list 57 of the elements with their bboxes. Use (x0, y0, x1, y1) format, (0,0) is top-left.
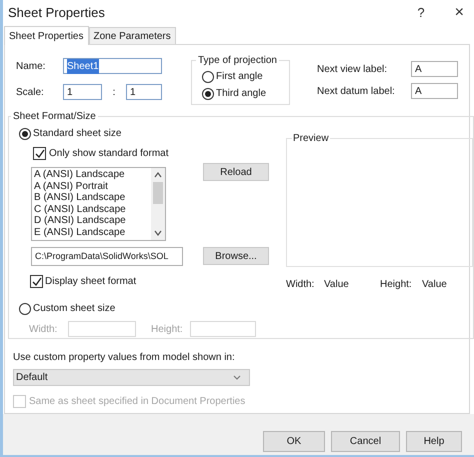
group-title: Preview (292, 132, 330, 146)
group-title: Type of projection (197, 54, 278, 68)
scale-separator: : (112, 86, 116, 100)
radio-button[interactable] (19, 302, 31, 314)
height-label: Height: (151, 322, 184, 336)
list-item[interactable]: E (ANSI) Landscape (34, 226, 151, 238)
caret-icon (233, 375, 241, 380)
dialog-button[interactable]: Cancel (331, 431, 400, 452)
checkbox[interactable] (33, 147, 46, 160)
tab[interactable]: Sheet Properties (4, 26, 88, 45)
radio-label: Custom sheet size (33, 302, 116, 316)
help-button[interactable]: ? (417, 2, 425, 22)
width-label: Width: (286, 278, 316, 292)
checkbox-label: Same as sheet specified in Document Properties (29, 395, 246, 409)
height-value: Value (422, 278, 447, 292)
radio-label: Third angle (216, 87, 266, 101)
model-dropdown[interactable]: Default (13, 369, 250, 386)
list-item[interactable]: A (ANSI) Landscape (34, 169, 151, 180)
radio-button[interactable] (19, 128, 31, 140)
radio-button[interactable] (202, 88, 214, 100)
close-button[interactable]: × (454, 0, 464, 24)
dialog-button[interactable]: Help (406, 431, 462, 452)
scroll-down-icon[interactable] (154, 230, 162, 236)
field-label: Next datum label: (317, 84, 396, 98)
input-field[interactable]: 1 (63, 84, 102, 100)
checkbox-label: Display sheet format (45, 275, 136, 289)
path-field[interactable]: C:\ProgramData\SolidWorks\SOL (31, 247, 183, 266)
scrollbar[interactable] (151, 168, 165, 240)
group-title: Sheet Format/Size (12, 110, 97, 124)
list-item[interactable]: D (ANSI) Landscape (34, 215, 151, 226)
scroll-up-icon[interactable] (154, 172, 162, 178)
input-field[interactable]: 1 (126, 84, 162, 100)
input-field[interactable]: A (411, 61, 458, 77)
scroll-thumb[interactable] (153, 182, 163, 204)
width-label: Width: (29, 322, 58, 336)
list-item[interactable]: B (ANSI) Landscape (34, 192, 151, 204)
input-field[interactable]: A (411, 83, 458, 99)
list-item[interactable]: A (ANSI) Portrait (34, 180, 151, 192)
tab[interactable]: Zone Parameters (88, 27, 176, 44)
height-label: Height: (380, 278, 413, 292)
section-label: Use custom property values from model shown in: (13, 351, 236, 365)
window-title: Sheet Properties (8, 4, 106, 22)
list-item[interactable]: C (ANSI) Landscape (34, 204, 151, 215)
radio-label: First angle (216, 70, 263, 84)
radio-button[interactable] (202, 70, 214, 82)
browse-button[interactable]: Browse... (203, 247, 269, 265)
width-value: Value (324, 278, 350, 292)
field-label: Next view label: (317, 62, 388, 76)
format-list[interactable]: A (ANSI) Landscape A (ANSI) Portrait B (ANSI) Landscape C (ANSI) Landscape D (ANSI) Landscape E (ANSI) Landscape (31, 167, 166, 241)
reload-button[interactable]: Reload (203, 163, 269, 181)
radio-label: Standard sheet size (33, 127, 122, 141)
name-field[interactable]: Sheet1 (63, 58, 162, 74)
scale-label: Scale: (16, 86, 45, 100)
checkbox[interactable] (30, 275, 43, 288)
checkbox-label: Only show standard format (49, 147, 168, 161)
dialog-button[interactable]: OK (263, 431, 325, 452)
name-label: Name: (16, 60, 46, 74)
